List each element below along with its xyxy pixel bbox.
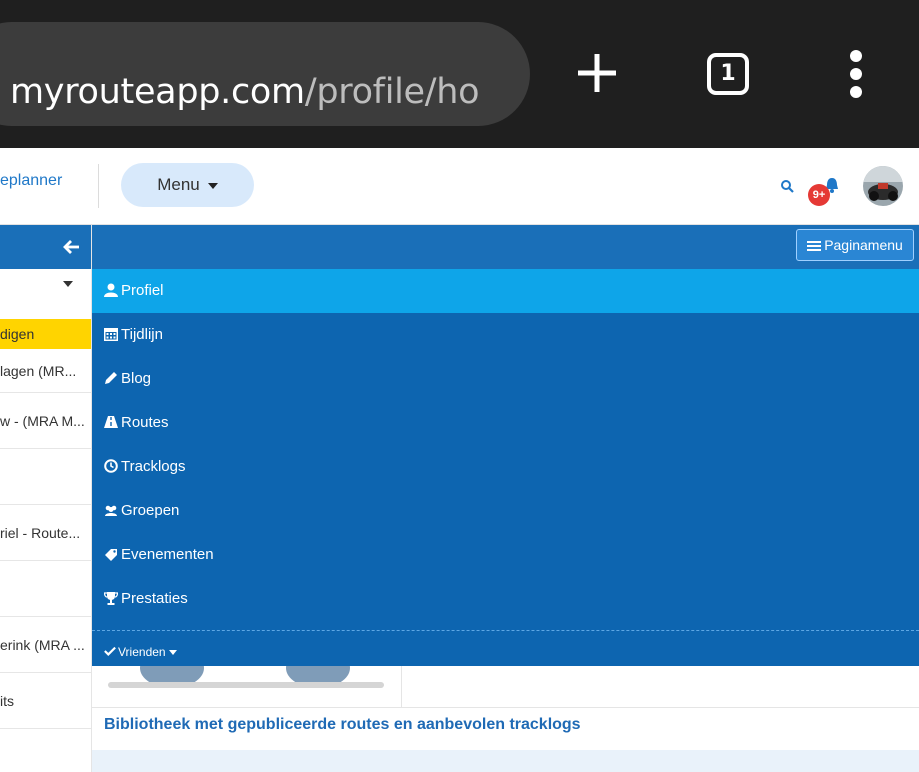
brand-logo-text[interactable]: eplanner	[0, 172, 62, 190]
url-text[interactable]: myrouteapp.com/profile/ho	[10, 72, 480, 112]
chevron-down-icon	[207, 182, 218, 189]
tag-icon	[105, 549, 117, 561]
sidebar-item[interactable]: lagen (MR...	[0, 349, 91, 393]
users-icon	[105, 505, 117, 516]
menu-item-groepen[interactable]: Groepen	[92, 489, 919, 533]
menu-item-evenementen[interactable]: Evenementen	[92, 533, 919, 577]
check-icon	[104, 646, 116, 656]
tab-switcher-button[interactable]: 1	[707, 53, 749, 95]
sidebar-item[interactable]	[0, 449, 91, 505]
sidebar-dropdown[interactable]	[0, 269, 91, 319]
sidebar-header	[0, 225, 91, 269]
hamburger-icon	[807, 241, 822, 252]
sidebar-item[interactable]: its	[0, 673, 91, 729]
sidebar-item[interactable]: erink (MRA ...	[0, 617, 91, 673]
calendar-icon	[104, 328, 118, 341]
page-menu-button[interactable]: Paginamenu	[796, 229, 914, 261]
arrow-left-icon[interactable]	[62, 237, 82, 257]
user-icon	[104, 283, 118, 297]
menu-item-tracklogs[interactable]: Tracklogs	[92, 445, 919, 489]
app-header: eplanner Menu 9+	[0, 148, 919, 225]
trophy-icon	[103, 592, 119, 605]
menu-item-tijdlijn[interactable]: Tijdlijn	[92, 313, 919, 357]
menu-item-vrienden[interactable]: Vrienden	[92, 631, 919, 674]
browser-toolbar: myrouteapp.com/profile/ho 1	[0, 0, 919, 148]
chevron-down-icon	[168, 650, 177, 656]
library-banner	[92, 750, 919, 772]
menu-item-routes[interactable]: Routes	[92, 401, 919, 445]
menu-item-profiel[interactable]: Profiel	[92, 269, 919, 313]
page-menu-bar: Paginamenu	[92, 225, 919, 269]
clock-icon	[104, 459, 118, 473]
sidebar-item[interactable]	[0, 561, 91, 617]
menu-item-blog[interactable]: Blog	[92, 357, 919, 401]
notification-badge: 9+	[808, 184, 830, 206]
address-bar[interactable]: myrouteapp.com/profile/ho	[0, 22, 530, 126]
avatar-image	[863, 166, 903, 206]
sidebar-item[interactable]: digen	[0, 319, 91, 349]
notifications-button[interactable]: 9+	[808, 176, 844, 206]
road-icon	[104, 416, 118, 428]
search-icon[interactable]	[780, 179, 794, 193]
browser-menu-icon[interactable]	[846, 50, 866, 98]
sidebar-item[interactable]: riel - Route...	[0, 505, 91, 561]
library-heading[interactable]: Bibliotheek met gepubliceerde routes en …	[104, 716, 581, 734]
avatar[interactable]	[863, 166, 903, 206]
page-menu-dropdown: Profiel Tijdlijn Blog Routes Tracklogs G…	[92, 269, 919, 666]
divider	[92, 707, 919, 708]
chevron-down-icon	[63, 281, 73, 287]
left-sidebar: digen lagen (MR... w - (MRA M... riel - …	[0, 225, 92, 772]
menu-item-prestaties[interactable]: Prestaties	[92, 577, 919, 621]
new-tab-icon[interactable]	[574, 50, 620, 96]
sidebar-item[interactable]: w - (MRA M...	[0, 393, 91, 449]
header-divider	[98, 164, 99, 208]
pencil-icon	[105, 372, 117, 384]
main-menu-button[interactable]: Menu	[121, 163, 254, 207]
